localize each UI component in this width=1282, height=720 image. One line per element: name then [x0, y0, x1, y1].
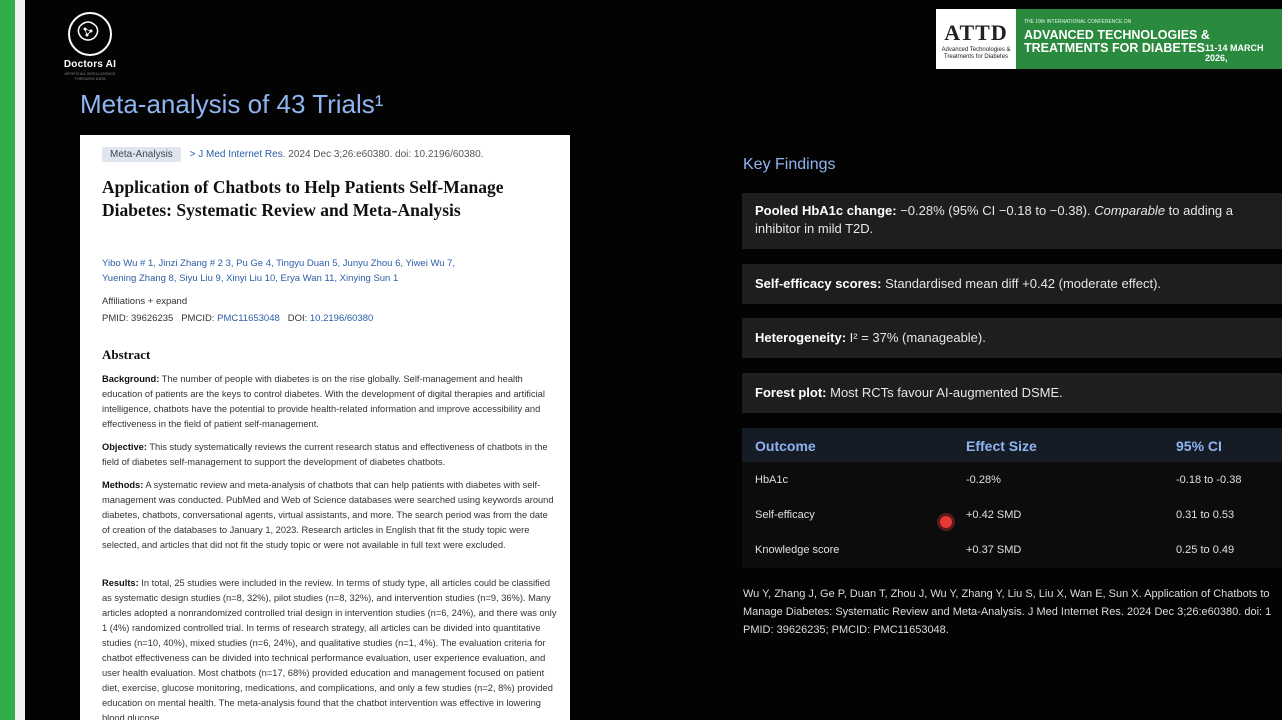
banner-conference-line: THE 19th INTERNATIONAL CONFERENCE ON: [1024, 19, 1132, 25]
row3-effect: +0.37 SMD: [966, 544, 1022, 556]
logo-tagline: ARTIFICIAL INTELLIGENCE THROUGH DATA: [64, 71, 116, 81]
logo-name: Doctors AI: [63, 59, 117, 70]
attd-logo-sub: Advanced Technologies & Treatments for D…: [941, 47, 1011, 60]
results-table: Outcome Effect Size 95% CI HbA1c -0.28% …: [742, 428, 1282, 568]
abstract-heading: Abstract: [102, 347, 151, 362]
methods-text: A systematic review and meta-analysis of…: [102, 480, 554, 550]
finding-forest-plot-text: Most RCTs favour AI-augmented DSME.: [826, 385, 1063, 400]
row1-ci: -0.18 to -0.38: [1176, 474, 1242, 486]
reference-citation: Wu Y, Zhang J, Ge P, Duan T, Zhou J, Wu …: [743, 585, 1282, 639]
row1-effect: -0.28%: [966, 474, 1001, 486]
row2-ci: 0.31 to 0.53: [1176, 509, 1235, 521]
abstract-methods: Methods: A systematic review and meta-an…: [102, 478, 557, 553]
doi-label: DOI:: [287, 313, 308, 324]
methods-label: Methods:: [102, 480, 144, 490]
objective-text: This study systematically reviews the cu…: [102, 442, 548, 467]
doctors-ai-logo: Doctors AI ARTIFICIAL INTELLIGENCE THROU…: [58, 12, 122, 81]
finding-hba1c-text2: to adding a: [1165, 203, 1234, 218]
paper-title: Application of Chatbots to Help Patients…: [102, 177, 504, 220]
authors-line2[interactable]: Yuening Zhang 8, Siyu Liu 9, Xinyi Liu 1…: [102, 271, 502, 286]
citation-line2: Manage Diabetes: Systematic Review and M…: [743, 606, 1272, 618]
header-ci: 95% CI: [1176, 438, 1222, 454]
background-label: Background:: [102, 374, 160, 384]
slide-title: Meta-analysis of 43 Trials¹: [80, 89, 384, 119]
finding-heterogeneity: Heterogeneity: I² = 37% (manageable).: [742, 318, 1282, 358]
finding-self-efficacy-text: Standardised mean diff +0.42 (moderate e…: [881, 276, 1162, 291]
results-label: Results:: [102, 578, 139, 588]
article-type-badge: Meta-Analysis: [102, 147, 181, 162]
citation-line3: PMID: 39626235; PMCID: PMC11653048.: [743, 624, 949, 636]
laser-pointer-dot: [940, 516, 952, 528]
paper-identifiers: PMID: 39626235 PMCID: PMC11653048 DOI: 1…: [102, 313, 373, 324]
affiliations-expand[interactable]: Affiliations + expand: [102, 296, 187, 307]
header-effect-size: Effect Size: [966, 438, 1037, 454]
header-outcome: Outcome: [755, 438, 816, 454]
paper-meta: Meta-Analysis > J Med Internet Res. 2024…: [102, 147, 483, 162]
doi-link[interactable]: 10.2196/60380: [310, 313, 373, 324]
finding-hba1c-label: Pooled HbA1c change:: [755, 203, 897, 218]
authors-line1[interactable]: Yibo Wu # 1, Jinzi Zhang # 2 3, Pu Ge 4,…: [102, 256, 502, 271]
row2-effect: +0.42 SMD: [966, 509, 1022, 521]
finding-hba1c: Pooled HbA1c change: −0.28% (95% CI −0.1…: [742, 193, 1282, 249]
finding-hba1c-line2: inhibitor in mild T2D.: [755, 221, 874, 236]
finding-hba1c-text: −0.28% (95% CI −0.18 to −0.38).: [896, 203, 1095, 218]
brain-icon: [68, 12, 112, 56]
finding-self-efficacy-label: Self-efficacy scores:: [755, 276, 882, 291]
paper-screenshot: Meta-Analysis > J Med Internet Res. 2024…: [80, 135, 570, 720]
pmcid-link[interactable]: PMC11653048: [217, 313, 280, 324]
banner-title-line2: TREATMENTS FOR DIABETES: [1024, 41, 1206, 55]
journal-link[interactable]: > J Med Internet Res.: [190, 149, 286, 160]
results-text: In total, 25 studies were included in th…: [102, 578, 557, 720]
key-findings-title: Key Findings: [743, 156, 836, 173]
abstract-objective: Objective: This study systematically rev…: [102, 440, 557, 470]
attd-logo: ATTD Advanced Technologies & Treatments …: [936, 9, 1016, 69]
banner-dates: 11-14 MARCH 2026,: [1205, 43, 1264, 63]
banner-title: ADVANCED TECHNOLOGIES & TREATMENTS FOR D…: [1024, 29, 1210, 55]
finding-forest-plot-label: Forest plot:: [755, 385, 827, 400]
objective-label: Objective:: [102, 442, 147, 452]
row2-outcome: Self-efficacy: [755, 509, 815, 521]
finding-forest-plot: Forest plot: Most RCTs favour AI-augment…: [742, 373, 1282, 413]
attd-logo-text: ATTD: [944, 20, 1008, 45]
abstract-results: Results: In total, 25 studies were inclu…: [102, 576, 557, 720]
citation-line1: Wu Y, Zhang J, Ge P, Duan T, Zhou J, Wu …: [743, 588, 1270, 600]
finding-hba1c-emph: Comparable: [1094, 203, 1166, 218]
finding-self-efficacy: Self-efficacy scores: Standardised mean …: [742, 264, 1282, 304]
row3-ci: 0.25 to 0.49: [1176, 544, 1235, 556]
pmcid-label: PMCID:: [181, 313, 215, 324]
row1-outcome: HbA1c: [755, 474, 789, 486]
author-list[interactable]: Yibo Wu # 1, Jinzi Zhang # 2 3, Pu Ge 4,…: [102, 256, 502, 286]
row3-outcome: Knowledge score: [755, 544, 840, 556]
left-white-strip: [15, 0, 25, 720]
finding-heterogeneity-text: I² = 37% (manageable).: [846, 330, 986, 345]
left-green-bar: [0, 0, 15, 720]
table-header-row: Outcome Effect Size 95% CI: [742, 428, 1282, 462]
abstract-background: Background: The number of people with di…: [102, 372, 557, 432]
conference-banner: ATTD Advanced Technologies & Treatments …: [936, 9, 1282, 69]
finding-heterogeneity-label: Heterogeneity:: [755, 330, 847, 345]
pmid: PMID: 39626235: [102, 313, 174, 324]
citation-meta: 2024 Dec 3;26:e60380. doi: 10.2196/60380…: [288, 149, 484, 160]
background-text: The number of people with diabetes is on…: [102, 374, 545, 429]
